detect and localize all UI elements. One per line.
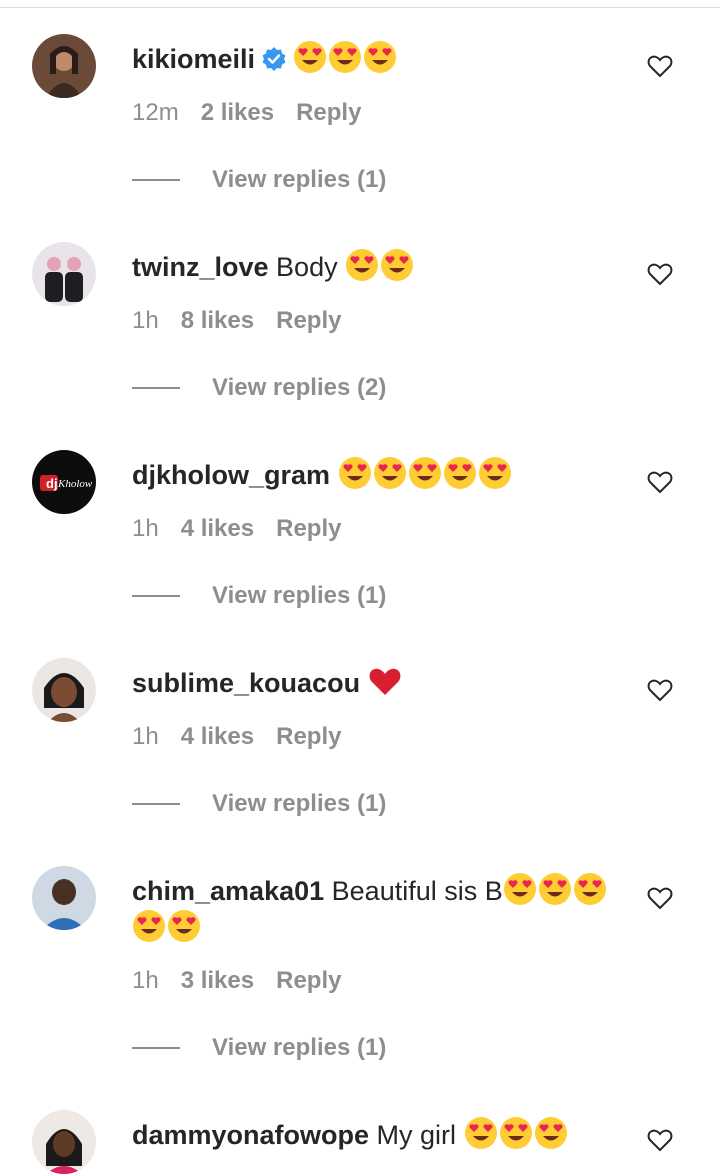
likes-count[interactable]: 4 likes xyxy=(181,515,254,542)
like-heart-icon[interactable] xyxy=(646,52,674,80)
comment-meta: 1h 4 likes Reply xyxy=(132,722,341,752)
comment-text: dammyonafowope My girl xyxy=(132,1116,622,1153)
emoji-group xyxy=(338,457,513,490)
heart-eyes-emoji-icon xyxy=(294,41,327,73)
view-replies-label: View replies (1) xyxy=(212,1034,387,1061)
likes-count[interactable]: 2 likes xyxy=(201,99,274,126)
red-heart-icon xyxy=(369,668,400,695)
replies-divider xyxy=(132,387,180,389)
heart-eyes-emoji-icon xyxy=(478,457,511,489)
like-heart-icon[interactable] xyxy=(646,676,674,704)
heart-eyes-emoji-icon xyxy=(534,1117,567,1149)
like-heart-icon[interactable] xyxy=(646,1126,674,1154)
like-heart-icon[interactable] xyxy=(646,884,674,912)
reply-button[interactable]: Reply xyxy=(296,99,361,126)
verified-badge-icon xyxy=(261,45,287,81)
heart-eyes-emoji-icon xyxy=(373,457,406,489)
view-replies-label: View replies (1) xyxy=(212,790,387,817)
emoji-group xyxy=(293,41,398,74)
replies-divider xyxy=(132,595,180,597)
heart-eyes-emoji-icon xyxy=(338,457,371,489)
timestamp: 1h xyxy=(132,723,159,750)
replies-divider xyxy=(132,179,180,181)
username[interactable]: chim_amaka01 xyxy=(132,876,324,906)
reply-button[interactable]: Reply xyxy=(276,307,341,334)
view-replies-label: View replies (1) xyxy=(212,582,387,609)
avatar[interactable] xyxy=(32,242,96,306)
comment-body: My girl xyxy=(376,1120,457,1150)
reply-button[interactable]: Reply xyxy=(276,723,341,750)
comment-meta: 1h 4 likes Reply xyxy=(132,514,341,544)
heart-eyes-emoji-icon xyxy=(329,41,362,73)
timestamp: 12m xyxy=(132,99,179,126)
comment-body: Body xyxy=(276,252,338,282)
like-heart-icon[interactable] xyxy=(646,468,674,496)
avatar[interactable] xyxy=(32,866,96,930)
avatar[interactable] xyxy=(32,658,96,722)
comment-meta: 12m 2 likes Reply xyxy=(132,98,361,128)
likes-count[interactable]: 8 likes xyxy=(181,307,254,334)
svg-text:dj: dj xyxy=(46,476,58,491)
view-replies-label: View replies (2) xyxy=(212,374,387,401)
emoji-group xyxy=(464,1117,569,1150)
likes-count[interactable]: 4 likes xyxy=(181,723,254,750)
avatar[interactable] xyxy=(32,1110,96,1174)
comment-text: sublime_kouacou xyxy=(132,664,622,701)
timestamp: 1h xyxy=(132,307,159,334)
avatar[interactable]: dj Kholow xyxy=(32,450,96,514)
heart-eyes-emoji-icon xyxy=(133,910,165,942)
comment-text: twinz_love Body xyxy=(132,248,622,285)
top-divider xyxy=(0,0,720,8)
likes-count[interactable]: 3 likes xyxy=(181,967,254,994)
avatar[interactable] xyxy=(32,34,96,98)
heart-eyes-emoji-icon xyxy=(443,457,476,489)
comment-text: kikiomeili xyxy=(132,40,622,81)
username[interactable]: sublime_kouacou xyxy=(132,668,360,698)
timestamp: 1h xyxy=(132,967,159,994)
emoji-group xyxy=(345,249,415,282)
heart-eyes-emoji-icon xyxy=(381,249,414,281)
replies-divider xyxy=(132,1047,180,1049)
heart-eyes-emoji-icon xyxy=(538,873,571,905)
comment-meta: 1h 8 likes Reply xyxy=(132,306,341,336)
like-heart-icon[interactable] xyxy=(646,260,674,288)
heart-eyes-emoji-icon xyxy=(499,1117,532,1149)
reply-button[interactable]: Reply xyxy=(276,515,341,542)
avatar-logo-text: Kholow xyxy=(57,478,93,490)
heart-eyes-emoji-icon xyxy=(464,1117,497,1149)
username[interactable]: twinz_love xyxy=(132,252,269,282)
comment-meta: 1h 3 likes Reply xyxy=(132,966,341,996)
username[interactable]: kikiomeili xyxy=(132,44,255,74)
view-replies-label: View replies (1) xyxy=(212,166,387,193)
heart-eyes-emoji-icon xyxy=(408,457,441,489)
heart-eyes-emoji-icon xyxy=(364,41,397,73)
heart-eyes-emoji-icon xyxy=(346,249,379,281)
heart-eyes-emoji-icon xyxy=(573,873,606,905)
username[interactable]: dammyonafowope xyxy=(132,1120,369,1150)
comment-text: chim_amaka01 Beautiful sis B xyxy=(132,872,622,946)
heart-eyes-emoji-icon xyxy=(168,910,200,942)
username[interactable]: djkholow_gram xyxy=(132,460,330,490)
emoji-group xyxy=(368,668,403,698)
timestamp: 1h xyxy=(132,515,159,542)
reply-button[interactable]: Reply xyxy=(276,967,341,994)
comment-text: djkholow_gram xyxy=(132,456,622,493)
comment-body: Beautiful sis B xyxy=(331,876,503,906)
replies-divider xyxy=(132,803,180,805)
heart-eyes-emoji-icon xyxy=(503,873,536,905)
